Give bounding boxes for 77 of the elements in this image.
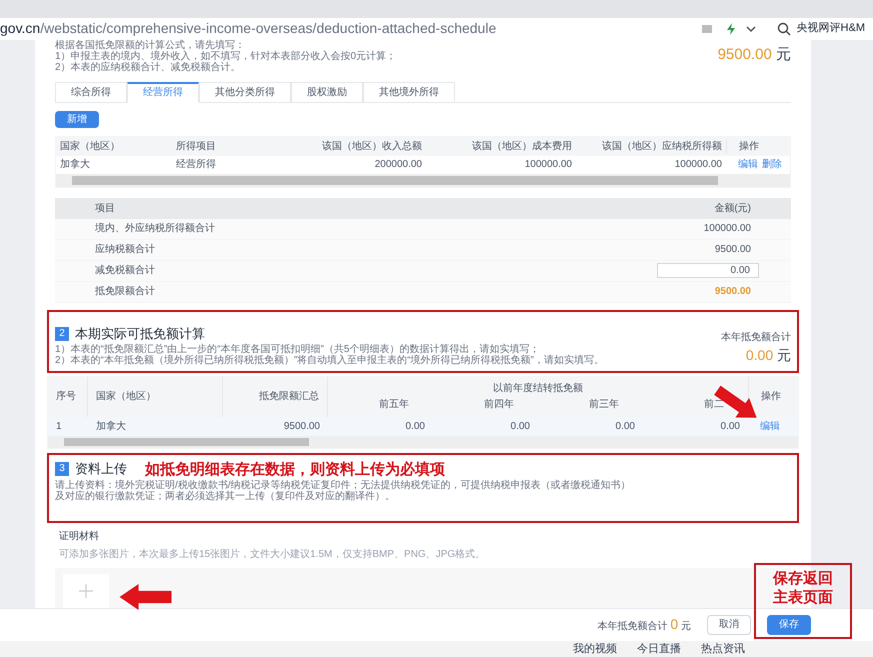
table-cell-text: 200000.00 — [374, 158, 423, 172]
column-header: 所得项目 — [176, 140, 217, 154]
total-label: 本年抵免额合计 — [721, 330, 791, 345]
row-label: 境内、外应纳税所得额合计 — [95, 222, 216, 236]
tab[interactable]: 其他分类所得 — [199, 82, 291, 103]
action-link[interactable]: 编辑 — [738, 157, 758, 172]
horizontal-scrollbar[interactable] — [48, 436, 798, 448]
table-cell-text: 0.00 — [720, 420, 741, 434]
group-header: 以前年度结转抵免额 — [492, 382, 584, 396]
section-note: 1）本表的“抵免限额汇总”由上一步的“本年度各国可抵扣明细”（共5个明细表）的数据计算得出，请如实填写； — [55, 344, 540, 355]
search-icon[interactable] — [776, 22, 791, 36]
column-header: 该国（地区）应纳税所得额 — [601, 140, 723, 154]
table-cell-text: 加拿大 — [95, 420, 127, 434]
column-header: 前二 — [703, 398, 725, 412]
tab[interactable]: 综合所得 — [55, 82, 127, 103]
action-link[interactable]: 删除 — [762, 157, 782, 172]
amount-field[interactable]: 0.00 — [657, 263, 759, 278]
column-header: 项目 — [95, 202, 116, 216]
table-cell-text: 经营所得 — [176, 158, 217, 172]
intro-text: 1）申报主表的境内、境外收入，如不填写，针对本表部分收入会按0元计算； — [55, 50, 396, 62]
tab[interactable]: 其他境外所得 — [363, 82, 455, 103]
horizontal-scrollbar[interactable] — [56, 174, 790, 187]
reader-icon[interactable] — [700, 22, 713, 35]
row-label: 减免税额合计 — [95, 264, 156, 278]
arrow-drawing — [118, 584, 173, 610]
annotation-text: 保存返回主表页面 — [772, 569, 834, 607]
column-header: 国家（地区） — [59, 140, 121, 154]
column-header: 金额(元) — [714, 202, 751, 216]
total-amount: 9500.00 元 — [718, 44, 791, 65]
column-header: 操作 — [726, 138, 786, 154]
row-label: 应纳税额合计 — [95, 242, 156, 258]
field-label: 证明材料 — [58, 530, 100, 544]
column-header: 该国（地区）成本费用 — [471, 140, 573, 154]
column-header: 前四年 — [483, 398, 515, 412]
upload-hint: 可添加多张图片，本次最多上传15张图片，文件大小建议1.5M，仅支持BMP、PNG、JPG格式。 — [58, 548, 486, 562]
annotation-text: 如抵免明细表存在数据，则资料上传为必填项 — [145, 458, 445, 480]
table-cell-text: 加拿大 — [59, 158, 91, 172]
amount-value: 9500.00 — [714, 285, 751, 300]
row-label: 抵免限额合计 — [95, 284, 156, 300]
intro-text: 根据各国抵免限额的计算公式，请先填写： — [55, 40, 246, 51]
search-suggestion[interactable]: 央视网评H&M — [796, 20, 865, 37]
table-cell-text: 0.00 — [404, 420, 426, 434]
address-bar[interactable]: gov.cn/webstatic/comprehensive-income-overseas/deduction-attached-schedule 央视网评H&M — [0, 18, 873, 40]
section-note: 2）本表的“本年抵免额（境外所得已纳所得税抵免额）”将自动填入至申报主表的“境外所得已纳所得税抵免额”，请如实填写。 — [55, 354, 605, 366]
column-header: 该国（地区）收入总额 — [321, 140, 423, 154]
taskbar-item[interactable]: 我的视频 — [573, 641, 617, 657]
tab[interactable]: 经营所得 — [127, 82, 199, 103]
url-text: gov.cn/webstatic/comprehensive-income-overseas/deduction-attached-schedule — [0, 19, 496, 38]
table-cell-text: 0.00 — [614, 420, 636, 434]
step-badge: 3 — [55, 462, 69, 476]
section-title: 资料上传 — [75, 460, 127, 478]
table-cell-text: 1 — [55, 420, 63, 434]
add-image-button[interactable] — [63, 574, 109, 608]
edit-link[interactable]: 编辑 — [760, 420, 780, 432]
table-cell-text: 9500.00 — [282, 420, 321, 434]
tab[interactable]: 股权激励 — [291, 82, 363, 103]
amount-value: 100000.00 — [704, 222, 751, 236]
taskbar-item[interactable]: 今日直播 — [637, 641, 681, 657]
table-cell-text: 100000.00 — [524, 158, 573, 172]
total-amount: 0.00 元 — [746, 346, 791, 365]
step-badge: 2 — [55, 326, 69, 341]
section-note: 及对应的银行缴款凭证；两者必须选择其一上传（复印件及对应的翻译件）。 — [55, 491, 396, 502]
plus-icon — [78, 582, 94, 599]
section-note: 请上传资料：境外完税证明/税收缴款书/纳税记录等纳税凭证复印件；无法提供纳税凭证的，可提供纳税申报表（或者缴税通知书） — [55, 480, 632, 492]
lightning-icon[interactable] — [724, 22, 737, 35]
footer-total: 本年抵免额合计 0 元 — [598, 615, 691, 634]
table-cell-text: 100000.00 — [674, 158, 723, 172]
column-header: 前三年 — [588, 398, 620, 412]
taskbar-item[interactable]: 热点资讯 — [701, 641, 745, 657]
table-cell-text: 0.00 — [510, 420, 531, 434]
intro-text: 2）本表的应纳税额合计、减免税额合计。 — [55, 62, 242, 73]
column-header: 前五年 — [378, 398, 410, 412]
save-button[interactable]: 保存 — [767, 614, 811, 635]
section-title: 本期实际可抵免额计算 — [75, 325, 205, 344]
cancel-button[interactable]: 取消 — [707, 614, 751, 635]
amount-value: 9500.00 — [714, 243, 751, 258]
add-button[interactable]: 新增 — [55, 110, 99, 128]
